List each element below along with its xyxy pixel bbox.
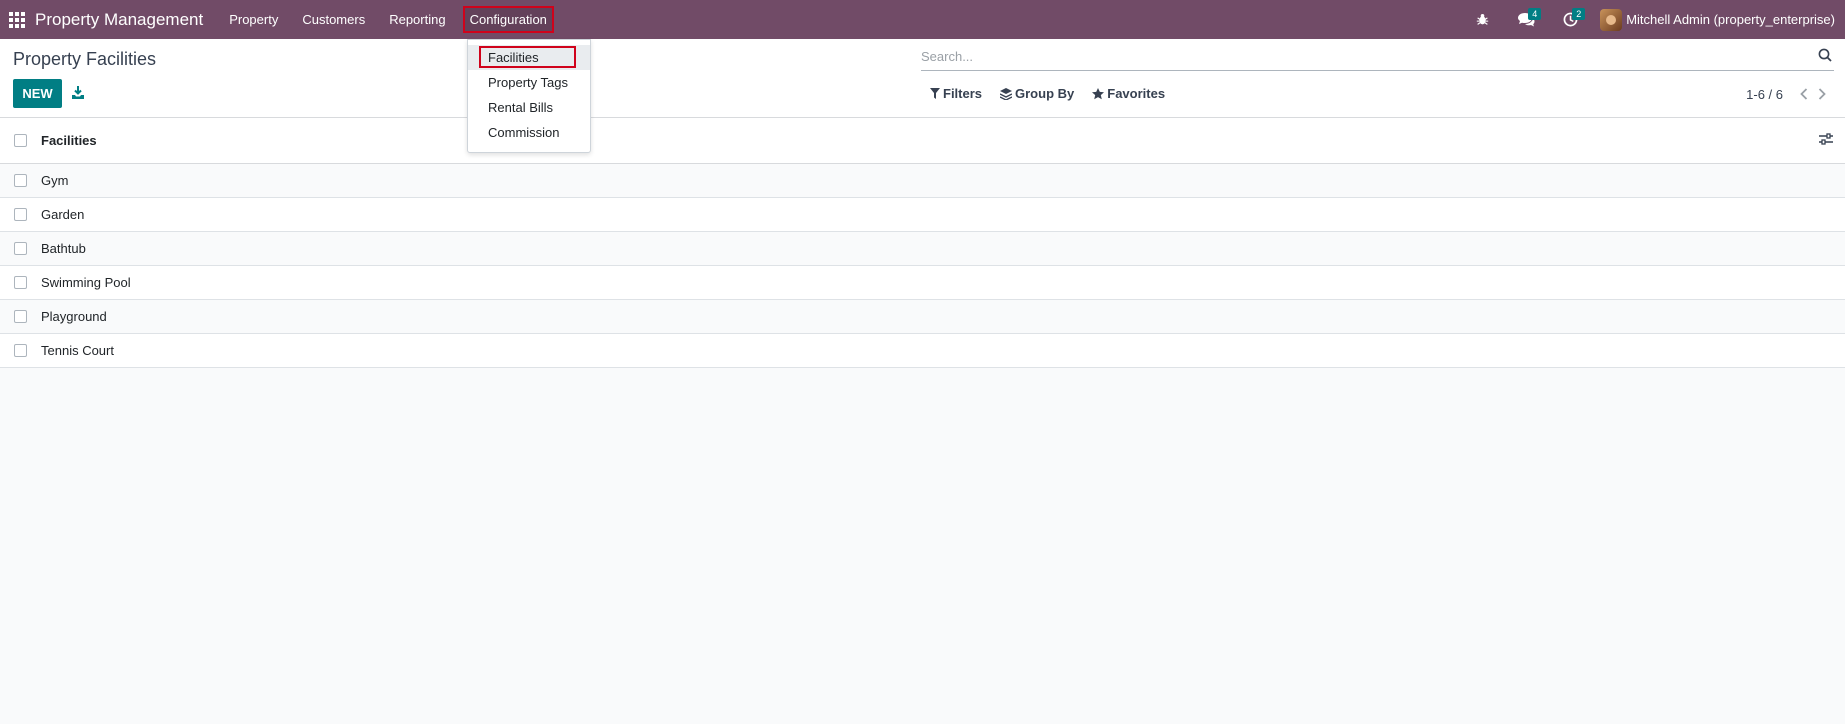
- facilities-list: Facilities Gym Garden Bathtub Swimming P…: [0, 118, 1845, 368]
- row-checkbox[interactable]: [14, 174, 27, 187]
- row-checkbox[interactable]: [14, 276, 27, 289]
- facility-name: Garden: [41, 207, 85, 222]
- column-header-facilities[interactable]: Facilities: [41, 133, 97, 148]
- table-row[interactable]: Bathtub: [0, 232, 1845, 266]
- menu-item-rental-bills[interactable]: Rental Bills: [468, 95, 590, 120]
- row-checkbox[interactable]: [14, 310, 27, 323]
- menu-item-commission[interactable]: Commission: [468, 120, 590, 145]
- table-row[interactable]: Swimming Pool: [0, 266, 1845, 300]
- chevron-right-icon[interactable]: [1813, 86, 1831, 102]
- layers-icon: [1000, 87, 1013, 100]
- top-navbar: Property Management Property Customers R…: [0, 0, 1845, 39]
- search-icon[interactable]: [1818, 48, 1834, 64]
- table-row[interactable]: Gym: [0, 164, 1845, 198]
- configuration-dropdown: Facilities Property Tags Rental Bills Co…: [467, 39, 591, 153]
- messages-badge: 4: [1528, 8, 1542, 20]
- bug-icon[interactable]: [1470, 0, 1494, 39]
- facility-name: Swimming Pool: [41, 275, 131, 290]
- menu-item-facilities[interactable]: Facilities: [468, 45, 590, 70]
- menu-property[interactable]: Property: [217, 0, 290, 39]
- row-checkbox[interactable]: [14, 208, 27, 221]
- filters-button[interactable]: Filters: [930, 86, 982, 101]
- filters-label: Filters: [943, 86, 983, 101]
- pager: 1-6 / 6: [1746, 86, 1831, 102]
- table-row[interactable]: Tennis Court: [0, 334, 1845, 368]
- clock-icon[interactable]: 2: [1558, 0, 1586, 39]
- search-bar: [921, 43, 1834, 71]
- chat-icon[interactable]: 4: [1514, 0, 1542, 39]
- row-checkbox[interactable]: [14, 242, 27, 255]
- settings-sliders-icon[interactable]: [1819, 133, 1835, 149]
- filter-icon: [930, 88, 940, 99]
- groupby-button[interactable]: Group By: [1000, 86, 1074, 101]
- menu-item-property-tags[interactable]: Property Tags: [468, 70, 590, 95]
- menu-configuration-label: Configuration: [469, 12, 547, 27]
- table-row[interactable]: Playground: [0, 300, 1845, 334]
- search-options: Filters Group By Favorites: [930, 86, 1183, 101]
- facility-name: Playground: [41, 309, 107, 324]
- menu-item-label: Facilities: [488, 50, 539, 65]
- new-button[interactable]: NEW: [13, 79, 62, 108]
- menu-reporting[interactable]: Reporting: [377, 0, 457, 39]
- page-title: Property Facilities: [13, 49, 157, 69]
- app-brand[interactable]: Property Management: [35, 10, 203, 30]
- groupby-label: Group By: [1015, 86, 1075, 101]
- table-row[interactable]: Garden: [0, 198, 1845, 232]
- select-all-checkbox[interactable]: [14, 134, 27, 147]
- avatar[interactable]: [1600, 8, 1623, 31]
- apps-grid-icon[interactable]: [9, 11, 25, 28]
- search-input[interactable]: [921, 43, 1781, 69]
- navbar-systray: 4 2 Mitchell Admin (property_enterprise): [1460, 0, 1845, 39]
- facility-name: Gym: [41, 173, 69, 188]
- menu-customers[interactable]: Customers: [290, 0, 377, 39]
- menu-configuration[interactable]: Configuration: [458, 0, 559, 39]
- activities-badge: 2: [1572, 8, 1586, 20]
- star-icon: [1092, 87, 1105, 99]
- facility-name: Bathtub: [41, 241, 86, 256]
- favorites-label: Favorites: [1107, 86, 1166, 101]
- row-checkbox[interactable]: [14, 344, 27, 357]
- pager-value[interactable]: 1-6 / 6: [1746, 87, 1783, 102]
- chevron-left-icon[interactable]: [1795, 86, 1813, 102]
- download-icon[interactable]: [70, 83, 86, 101]
- list-header: Facilities: [0, 118, 1845, 164]
- user-menu[interactable]: Mitchell Admin (property_enterprise): [1626, 12, 1835, 27]
- favorites-button[interactable]: Favorites: [1092, 86, 1165, 101]
- facility-name: Tennis Court: [41, 343, 114, 358]
- control-panel: Property Facilities NEW Filters Group By…: [0, 39, 1845, 118]
